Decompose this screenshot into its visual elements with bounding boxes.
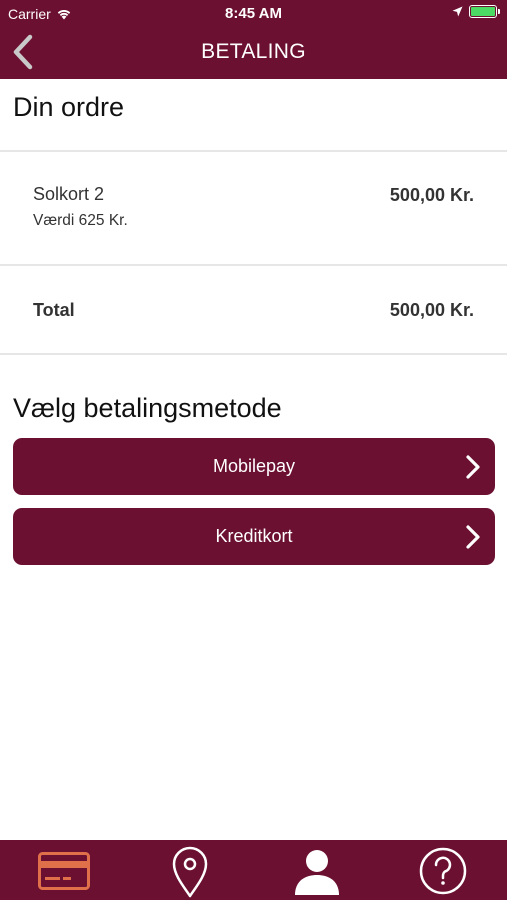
tab-payment[interactable] <box>14 840 114 900</box>
page-title: BETALING <box>201 40 306 63</box>
status-time: 8:45 AM <box>225 5 282 22</box>
mobilepay-label: Mobilepay <box>212 456 296 476</box>
payment-heading: Vælg betalingsmetode <box>13 393 282 423</box>
divider <box>0 264 507 266</box>
total-label: Total <box>33 300 75 320</box>
credit-card-icon <box>38 852 90 890</box>
user-icon <box>295 850 339 895</box>
nav-bar: BETALING <box>0 28 507 79</box>
kreditkort-button[interactable]: Kreditkort <box>13 508 495 565</box>
location-arrow-icon <box>452 6 463 17</box>
order-heading: Din ordre <box>13 92 125 122</box>
item-detail: Værdi 625 Kr. <box>33 212 128 229</box>
location-pin-icon <box>172 846 208 898</box>
battery-icon <box>469 5 500 18</box>
total-value: 500,00 Kr. <box>389 300 474 320</box>
tab-location[interactable] <box>140 840 240 900</box>
top-bar: Carrier 8:45 AM BETALING <box>0 0 507 79</box>
tab-bar <box>0 840 507 900</box>
chevron-right-icon <box>466 455 480 479</box>
status-bar: Carrier 8:45 AM <box>0 0 507 28</box>
divider <box>0 353 507 355</box>
help-icon <box>419 847 467 895</box>
status-right <box>452 5 500 18</box>
chevron-right-icon <box>466 525 480 549</box>
kreditkort-label: Kreditkort <box>215 526 293 546</box>
item-price: 500,00 Kr. <box>389 185 474 205</box>
mobilepay-button[interactable]: Mobilepay <box>13 438 495 495</box>
battery-fill <box>471 7 495 16</box>
divider <box>0 150 507 152</box>
tab-profile[interactable] <box>267 840 367 900</box>
item-name: Solkort 2 <box>33 184 105 204</box>
tab-help[interactable] <box>393 840 493 900</box>
